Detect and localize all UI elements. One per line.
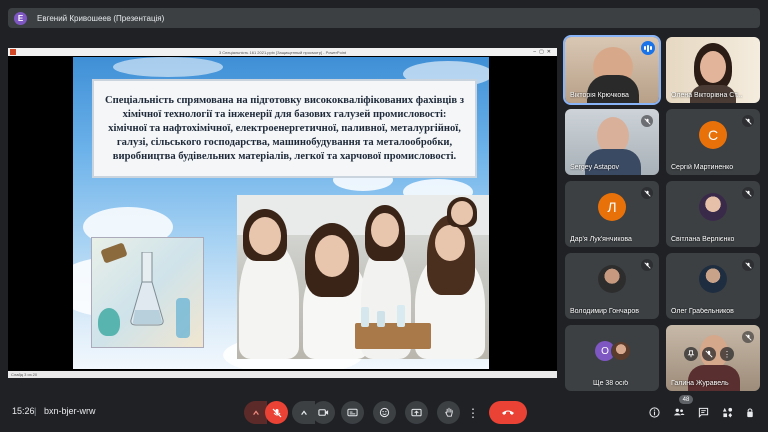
emoji-icon [379, 407, 390, 418]
flask-icon [130, 252, 164, 326]
participant-avatar: Л [598, 193, 626, 221]
mic-off-icon [641, 115, 653, 127]
more-participants-label: Ще 38 осіб [593, 380, 629, 387]
mic-off-icon [641, 187, 653, 199]
mic-off-icon [272, 408, 281, 417]
presentation-stage: 3 Спеціальність 161 2021.pptx [Защищенны… [8, 48, 557, 378]
more-options-icon[interactable]: ⋮ [720, 347, 734, 361]
people-button[interactable] [671, 404, 687, 420]
participant-avatar [699, 193, 727, 221]
students-lab-photo [237, 195, 489, 359]
people-icon [673, 408, 685, 416]
captions-button[interactable] [341, 401, 364, 424]
mic-off-icon [742, 115, 754, 127]
participant-count-badge: 48 [679, 395, 693, 404]
present-screen-icon [411, 408, 422, 416]
mic-off-icon [742, 331, 754, 343]
participant-tile[interactable]: Олена Вікторівна Ст... [666, 37, 760, 103]
activities-button[interactable] [719, 404, 735, 420]
raise-hand-button[interactable] [437, 401, 460, 424]
participant-name: Вікторія Крючкова [570, 92, 629, 99]
participant-tile[interactable]: С Сергій Мартиненко [666, 109, 760, 175]
more-participants-tile[interactable]: О Ще 38 осіб [565, 325, 659, 391]
chat-icon [698, 407, 708, 418]
powerpoint-statusbar: Слайд 3 из 20 [8, 371, 557, 378]
hand-icon [444, 407, 453, 417]
participant-avatar [699, 265, 727, 293]
present-button[interactable] [405, 401, 428, 424]
participant-tile[interactable]: Олег Грабельников [666, 253, 760, 319]
meeting-details-button[interactable] [646, 404, 662, 420]
tile-hover-controls[interactable]: ⋮ [684, 347, 734, 361]
meeting-code: bxn-bjer-wrw [44, 406, 96, 416]
slide-text: Спеціальність спрямована на підготовку в… [104, 94, 464, 162]
more-options-button[interactable]: ⋮ [466, 401, 480, 424]
audio-options-button[interactable] [244, 401, 267, 424]
participant-avatar [611, 341, 631, 361]
participant-name: Володимир Гончаров [570, 308, 639, 315]
participant-tile[interactable]: Sergey Astapov [565, 109, 659, 175]
pin-icon[interactable] [684, 347, 698, 361]
chat-button[interactable] [695, 404, 711, 420]
powerpoint-titlebar: 3 Спеціальність 161 2021.pptx [Защищенны… [8, 48, 557, 56]
slide-text-box: Спеціальність спрямована на підготовку в… [92, 79, 477, 178]
participant-tile[interactable]: Вікторія Крючкова [563, 35, 661, 105]
participant-tile[interactable]: ⋮ Галина Журавель [666, 325, 760, 391]
chevron-up-icon [300, 409, 307, 415]
participant-avatar: С [699, 121, 727, 149]
participant-name: Сергій Мартиненко [671, 164, 734, 171]
participant-name: Галина Журавель [671, 380, 729, 387]
lab-equipment-image [91, 237, 204, 348]
powerpoint-window-title: 3 Спеціальність 161 2021.pptx [Защищенны… [218, 49, 347, 55]
powerpoint-icon [10, 49, 16, 55]
separator: | [34, 406, 37, 416]
camera-toggle-button[interactable] [312, 401, 335, 424]
participant-name: Sergey Astapov [570, 164, 620, 171]
lock-person-icon [747, 407, 753, 417]
leave-call-button[interactable] [489, 401, 527, 424]
info-icon [648, 406, 660, 418]
mic-off-icon [742, 187, 754, 199]
mic-toggle-button[interactable] [265, 401, 288, 424]
more-vert-icon: ⋮ [467, 405, 479, 420]
reactions-button[interactable] [373, 401, 396, 424]
mic-off-icon [641, 259, 653, 271]
shapes-icon [722, 407, 732, 418]
host-controls-button[interactable] [742, 404, 758, 420]
participant-tile[interactable]: Володимир Гончаров [565, 253, 659, 319]
presenter-avatar: E [14, 11, 27, 25]
participant-name: Олена Вікторівна Ст... [671, 92, 743, 99]
end-call-icon [502, 410, 514, 415]
meeting-toolbar: 15:26 | bxn-bjer-wrw ⋮ [0, 394, 768, 432]
video-camera-icon [318, 409, 329, 416]
mic-off-icon[interactable] [702, 347, 716, 361]
speaking-indicator-icon [641, 41, 655, 55]
participant-name: Олег Грабельников [671, 308, 734, 315]
participant-name: Світлана Верлієнко [671, 236, 735, 243]
clock: 15:26 [12, 406, 35, 416]
chevron-up-icon [252, 409, 259, 415]
window-controls: –▢✕ [533, 49, 554, 55]
participant-name: Дар'я Лук'янчикова [570, 236, 632, 243]
participant-avatar [598, 265, 626, 293]
slide: Спеціальність спрямована на підготовку в… [73, 57, 489, 369]
participant-tile[interactable]: Л Дар'я Лук'янчикова [565, 181, 659, 247]
participant-tile[interactable]: Світлана Верлієнко [666, 181, 760, 247]
captions-icon [347, 408, 358, 417]
presenter-label: Евгений Кривошеев (Презентація) [37, 13, 165, 23]
presenter-bar: E Евгений Кривошеев (Презентація) [8, 8, 760, 28]
mic-off-icon [742, 259, 754, 271]
